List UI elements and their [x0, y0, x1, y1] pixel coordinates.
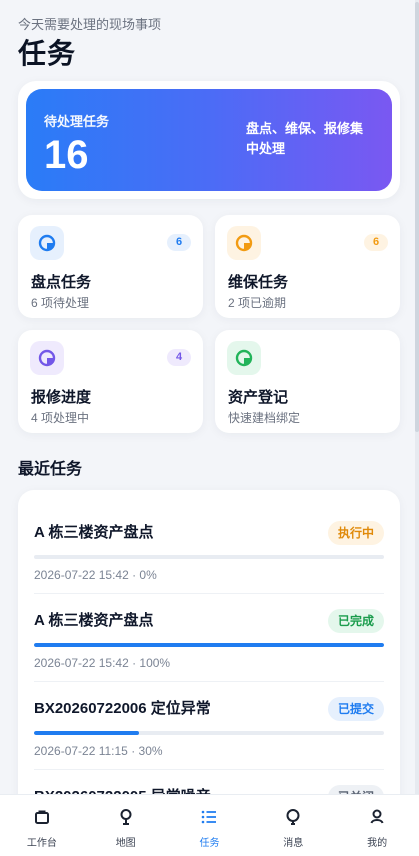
pending-label: 待处理任务: [44, 114, 110, 129]
divider: [34, 681, 384, 682]
task-progress-fill: [34, 643, 384, 647]
inventory-task-card[interactable]: 6 盘点任务 6 项待处理: [18, 215, 203, 318]
briefcase-icon: [34, 810, 49, 824]
task-status-badge: 执行中: [327, 521, 384, 545]
tab-label: 地图: [115, 838, 136, 849]
pending-summary-panel: 待处理任务 16 盘点、维保、报修集中处理: [18, 81, 400, 199]
tab-map[interactable]: 地图: [84, 795, 168, 856]
task-title: BX20260722006 定位异常: [34, 700, 211, 717]
repair-subtitle: 4 项处理中: [31, 411, 90, 425]
inventory-subtitle: 6 项待处理: [31, 296, 90, 310]
task-meta: 2026-07-22 15:42 · 100%: [34, 656, 171, 670]
map-pin-icon: [120, 809, 132, 825]
task-item[interactable]: A 栋三楼资产盘点 执行中 2026-07-22 15:42 · 0%: [34, 521, 384, 610]
maintenance-subtitle: 2 项已逾期: [228, 296, 287, 310]
asset-registration-subtitle: 快速建档绑定: [228, 411, 301, 425]
inventory-badge: 6: [167, 234, 191, 251]
pending-summary-banner[interactable]: 待处理任务 16 盘点、维保、报修集中处理: [26, 89, 392, 191]
task-status-badge: 已提交: [327, 697, 384, 721]
tab-label: 任务: [199, 838, 220, 849]
task-item[interactable]: BX20260722006 定位异常 已提交 2026-07-22 11:15 …: [34, 697, 384, 786]
list-icon: [202, 810, 217, 824]
tab-label: 消息: [283, 838, 304, 849]
tab-messages[interactable]: 消息: [251, 795, 335, 856]
maintenance-icon: [227, 226, 261, 260]
asset-registration-card[interactable]: 资产登记 快速建档绑定: [215, 330, 400, 433]
bottom-tab-bar: 工作台 地图 任务 消息 我的: [0, 794, 419, 856]
task-title: A 栋三楼资产盘点: [34, 524, 154, 541]
inventory-icon: [30, 226, 64, 260]
maintenance-title: 维保任务: [228, 274, 289, 291]
page-title: 任务: [18, 38, 77, 69]
repair-icon: [30, 341, 64, 375]
maintenance-task-card[interactable]: 6 维保任务 2 项已逾期: [215, 215, 400, 318]
divider: [34, 769, 384, 770]
tab-label: 我的: [367, 838, 388, 849]
task-progress-bar: [34, 643, 384, 647]
task-progress-bar: [34, 731, 384, 735]
task-status-badge: 已完成: [327, 609, 384, 633]
repair-progress-card[interactable]: 4 报修进度 4 项处理中: [18, 330, 203, 433]
task-meta: 2026-07-22 11:15 · 30%: [34, 744, 163, 758]
recent-tasks-title: 最近任务: [18, 461, 83, 478]
pending-count: 16: [44, 133, 89, 177]
recent-tasks-list: A 栋三楼资产盘点 执行中 2026-07-22 15:42 · 0% A 栋三…: [18, 490, 400, 820]
page-header: 今天需要处理的现场事项 任务: [18, 16, 161, 73]
tab-tasks[interactable]: 任务: [168, 795, 252, 856]
task-progress-fill: [34, 731, 139, 735]
maintenance-badge: 6: [364, 234, 388, 251]
user-icon: [370, 809, 384, 824]
tab-workbench[interactable]: 工作台: [0, 795, 84, 856]
page-subtitle: 今天需要处理的现场事项: [18, 17, 162, 32]
asset-registration-icon: [227, 341, 261, 375]
repair-badge: 4: [167, 349, 191, 366]
repair-title: 报修进度: [31, 389, 92, 406]
divider: [34, 593, 384, 594]
message-icon: [286, 809, 300, 825]
tab-profile[interactable]: 我的: [335, 795, 419, 856]
tab-label: 工作台: [26, 838, 57, 849]
task-title: A 栋三楼资产盘点: [34, 612, 154, 629]
inventory-title: 盘点任务: [31, 274, 92, 291]
pending-description: 盘点、维保、报修集中处理: [246, 121, 364, 156]
asset-registration-title: 资产登记: [228, 389, 289, 406]
scrollbar-thumb[interactable]: [415, 2, 419, 432]
task-progress-bar: [34, 555, 384, 559]
task-item[interactable]: A 栋三楼资产盘点 已完成 2026-07-22 15:42 · 100%: [34, 609, 384, 698]
task-meta: 2026-07-22 15:42 · 0%: [34, 568, 157, 582]
